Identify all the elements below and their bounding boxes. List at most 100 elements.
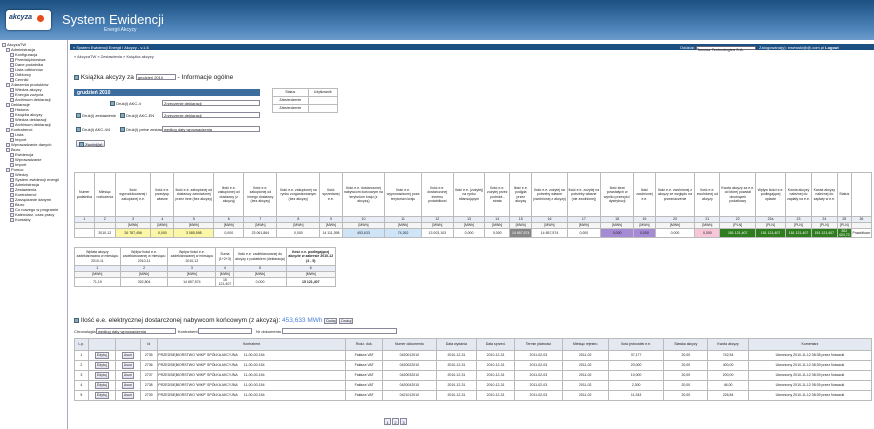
table-cell: 0,000 (694, 227, 721, 239)
app-title: System Ewidencji (62, 12, 164, 27)
row-number: 1 (74, 350, 89, 361)
column-header: Data wydania (435, 338, 478, 351)
table-cell: 0421012010 (382, 390, 437, 401)
delete-button[interactable]: Usuń (121, 372, 134, 379)
oddzial-select[interactable]: Tomasz Technologies S.A. (695, 45, 756, 52)
table-cell: 46,00 (707, 380, 749, 391)
page-button[interactable]: 2 (392, 418, 399, 425)
app-subtitle: Energii Akcyzy (104, 27, 137, 33)
table-cell: 15 121,407 (285, 276, 337, 288)
app-banner: akcyza System Ewidencji Energii Akcyzy (0, 0, 874, 40)
delete-button[interactable]: Usuń (121, 392, 134, 399)
month-header: grudzień 2010 (74, 89, 260, 96)
table-cell: 14 111,398 (319, 227, 343, 239)
table-cell: 2010-12-31 (435, 390, 478, 401)
zwolnij-button[interactable]: Zwolnij(a) (76, 140, 106, 148)
column-header (850, 172, 873, 217)
table-cell: 2010-12-31 (476, 350, 516, 361)
row-number: 5 (74, 390, 89, 401)
column-header: Rodz. dok. (345, 338, 384, 351)
table-cell: 0420032010 (382, 370, 437, 381)
delete-button[interactable]: Usuń (121, 362, 134, 369)
logout-link[interactable]: Logout (825, 45, 839, 50)
print-icon (110, 101, 115, 107)
kontrahent-label: Kontrahent (178, 329, 198, 334)
table-cell: 74,262 (384, 227, 422, 239)
table-cell: 2010-12 (93, 227, 116, 239)
edit-button[interactable]: Edytuj (94, 382, 109, 389)
table-cell: PRZEDSIĘBIORSTWO 'WIKP' SPÓŁKA AKCYJNA 11… (156, 380, 347, 391)
table-cell: 453,633 (341, 227, 386, 239)
add-button[interactable]: Dodaj (324, 318, 338, 324)
table-cell: 2011-02-03 (514, 370, 563, 381)
table-cell: 14 657,574 (167, 276, 217, 288)
column-header: Ilość e.e. zwolnionej od akcyzy (694, 172, 721, 217)
edit-button[interactable]: Edytuj (94, 372, 109, 379)
column-header: Ilość wyprodukowanej i zakupionej e.e. (114, 172, 152, 217)
column-header: Wpływ ilości e.e. zadeklarowanej w miesi… (119, 247, 169, 266)
column-header: Ilość sprzedanej e.e. (319, 172, 343, 217)
logo-dot-icon (37, 15, 44, 22)
doc-akcen-select[interactable]: Zrzeczenie deklaracji (162, 112, 260, 118)
period-select[interactable]: grudzień 2010 (135, 74, 176, 81)
table-cell: 151 121,407 (719, 227, 757, 239)
column-header: Kontrahent (156, 338, 347, 351)
folder-icon (10, 217, 14, 222)
delete-button[interactable]: Usuń (121, 382, 134, 389)
column-header: Ilość jednostek e.e. (607, 338, 665, 351)
edit-cell: Edytuj (87, 380, 117, 391)
system-breadcrumb: » System Ewidencji Energii i Akcyzy - v.… (73, 45, 149, 50)
column-header: Ilość e.e. zakupionej od dostawcy (z akc… (213, 172, 245, 217)
table-cell: 2735 (139, 350, 158, 361)
print-icon (120, 127, 125, 133)
table-cell: Utworzony 2010-11-12 08:38 przez Nowacki (747, 350, 873, 361)
chronologia-select[interactable]: według daty wprowadzenia (96, 328, 176, 334)
table-cell: 20,000 (607, 360, 665, 371)
table-cell: 2010-12-31 (476, 360, 516, 371)
doc-akcen-label: Druk(i) AKC-EN (120, 113, 154, 119)
table-cell: 0420042010 (382, 380, 437, 391)
table-cell: Utworzony 2010-11-12 08:39 przez Nowacki (747, 390, 873, 401)
table-cell: 2736 (139, 360, 158, 371)
column-header: Ilość e.e. podlegającej akcyzie w zakres… (285, 247, 337, 266)
doc-akc44-label: Druk(i) AKC-4/4 (76, 127, 110, 133)
table-cell: 0,000 (654, 227, 696, 239)
table-cell: 20,00 (663, 350, 709, 361)
column-header: Ilość e.e. zużytej na potrzeby własne (z… (531, 172, 568, 217)
table-cell: 2010-12-31 (476, 380, 516, 391)
table-cell: 2010-12-31 (476, 390, 516, 401)
user-info: Oddział: Tomasz Technologies S.A. Zalogo… (680, 45, 839, 52)
sidebar-tree: AkcyzaTW Administracja Konfiguracja Przedsi… (0, 40, 68, 429)
print-icon (76, 127, 81, 133)
kontrahent-input[interactable] (198, 328, 252, 334)
page-button[interactable]: 1 (384, 418, 391, 425)
app-logo: akcyza (6, 10, 51, 30)
column-header: Kwota akcyzy należnej do zapłaty w e.e. (811, 172, 838, 217)
table-cell: 2010-12-31 (435, 350, 478, 361)
nr-dokumentu-input[interactable] (282, 328, 397, 334)
delete-button[interactable]: Usuń (121, 352, 134, 359)
delete-cell: Usuń (115, 370, 141, 381)
table-cell: Utworzony 2010-11-12 08:39 przez Nowacki (747, 370, 873, 381)
column-header: Numer dokumentu (382, 338, 437, 351)
table-cell: 2011-02-03 (514, 380, 563, 391)
table-row: 5 Edytuj Usuń 2739 PRZEDSIĘBIORSTWO 'WIKP' S… (74, 390, 873, 401)
print-button[interactable]: Drukuj (339, 318, 354, 324)
edit-button[interactable]: Edytuj (94, 362, 109, 369)
column-header: Ilość e.e. zakupionej na rynku zorganizo… (276, 172, 321, 217)
page-button[interactable]: 3 (400, 418, 407, 425)
summary-table: Wpłata akcyzy zadeklarowana w miesiącu 2… (74, 247, 337, 288)
page-title: Książka akcyzy za grudzień 2010 - Inform… (74, 74, 233, 81)
table-cell: 2011-02-03 (514, 350, 563, 361)
sidebar-item[interactable]: Kontakty (10, 217, 31, 222)
column-header: Miesiąc rejestru (561, 338, 609, 351)
edit-button[interactable]: Edytuj (94, 392, 109, 399)
unlock-icon (79, 142, 84, 148)
doc-akc44-select[interactable]: według daty wprowadzenia (162, 126, 260, 132)
table-cell: 20,00 (663, 370, 709, 381)
column-header: Miesiąc rozliczenia (93, 172, 116, 217)
edit-button[interactable]: Edytuj (94, 352, 109, 359)
edit-cell: Edytuj (87, 390, 117, 401)
doc-akc4-select[interactable]: Zrzeczenie deklaracji (162, 100, 260, 106)
table-cell: 2737 (139, 370, 158, 381)
